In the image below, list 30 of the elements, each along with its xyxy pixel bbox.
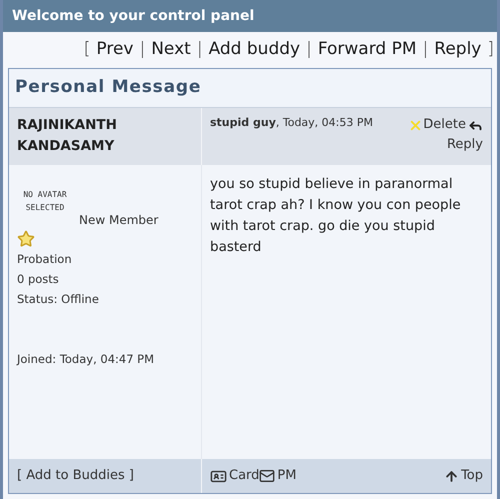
member-group: Probation — [17, 249, 193, 269]
nav-link[interactable]: Forward PM — [318, 37, 417, 63]
member-status: Status: Offline — [17, 291, 100, 308]
nav-separator: | — [306, 38, 312, 62]
nav-link[interactable]: Prev — [96, 37, 134, 63]
top-link[interactable]: Top — [444, 466, 483, 486]
reply-link[interactable]: Reply — [446, 135, 483, 155]
card-link[interactable]: Card — [210, 466, 260, 486]
nav-link[interactable]: Reply — [434, 37, 482, 63]
message-body: you so stupid believe in paranormal tarot crap ah? I know you con people with tarot crap. go die you stupid basterd — [210, 175, 462, 257]
nav-link[interactable]: Add buddy — [208, 37, 300, 63]
add-buddy-link[interactable]: [ Add to Buddies ] — [17, 466, 134, 486]
join-date: Joined: Today, 04:47 PM — [17, 351, 156, 368]
star-icon — [17, 230, 35, 248]
avatar-label: NO AVATAR SELECTED — [22, 189, 68, 214]
nav-separator: [ — [84, 38, 90, 62]
nav-link[interactable]: Next — [151, 37, 191, 63]
nav-separator: ] — [487, 38, 494, 62]
message-meta: stupid guy, Today, 04:53 PM — [210, 115, 373, 131]
post-count: 0 posts — [17, 271, 60, 288]
header-title: Welcome to your control panel — [12, 6, 254, 26]
nav-separator: | — [422, 38, 428, 62]
envelope-icon — [259, 468, 276, 484]
delete-link[interactable]: Delete — [408, 115, 466, 135]
pm-link[interactable]: PM — [259, 466, 296, 486]
member-rank: New Member — [79, 212, 158, 229]
nav-separator: | — [196, 38, 203, 62]
panel-title: Personal Message — [15, 76, 202, 100]
nav-separator: | — [139, 38, 146, 62]
author-name: RAJINIKANTH KANDASAMY — [17, 116, 118, 156]
